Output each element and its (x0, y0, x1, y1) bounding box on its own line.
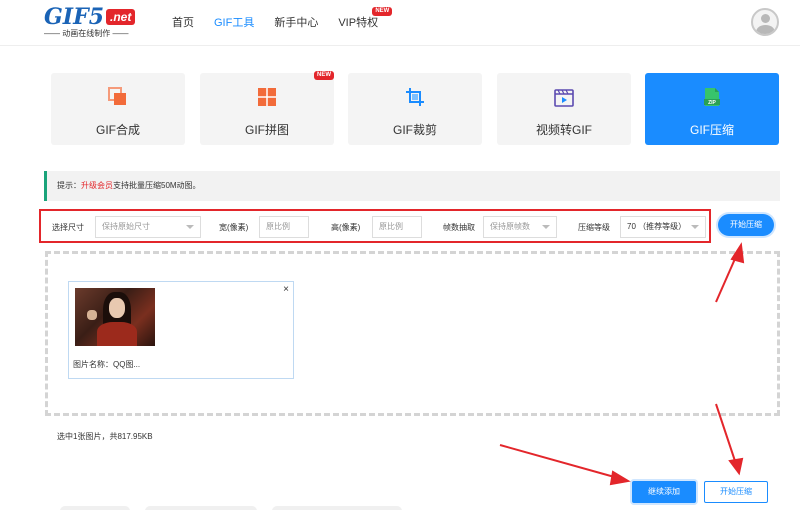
footer-pill (60, 506, 130, 510)
tip-suffix: 支持批量压缩50M动图。 (113, 181, 201, 190)
thumb-face-shape (109, 298, 125, 318)
nav-gif-tools[interactable]: GIF工具 (214, 14, 254, 30)
start-compress-bottom-button[interactable]: 开始压缩 (704, 481, 768, 503)
logo-subtitle: —— 动画在线制作 —— (44, 29, 129, 38)
footer-pill (145, 506, 257, 510)
avatar-head-shape (761, 14, 770, 23)
continue-add-button[interactable]: 继续添加 (632, 481, 696, 503)
thumb-dress-shape (97, 322, 137, 346)
upgrade-member-link[interactable]: 升级会员 (81, 181, 113, 190)
level-select[interactable]: 70 （推荐等级） (620, 216, 706, 238)
tool-label: GIF拼图 (245, 123, 289, 137)
new-badge: NEW (314, 71, 334, 80)
zip-icon: ZIP (704, 88, 720, 106)
tool-cards: GIF合成 GIF拼图 NEW GIF裁剪 视频转GIF ZIP GIF压缩 (51, 71, 779, 145)
user-avatar[interactable] (751, 8, 779, 36)
selection-summary: 选中1张图片，共817.95KB (57, 432, 153, 441)
annotation-arrow-right (499, 444, 619, 479)
size-label: 选择尺寸 (52, 223, 84, 232)
chevron-down-icon (542, 225, 550, 229)
logo-net-badge: .net (106, 9, 136, 25)
tool-label: GIF合成 (96, 123, 140, 137)
upload-drop-area[interactable]: × 图片名称：QQ图... (45, 251, 780, 416)
width-placeholder: 原比例 (266, 222, 290, 231)
frames-label: 帧数抽取 (443, 223, 475, 232)
site-logo[interactable]: GIF5 .net —— 动画在线制作 —— (44, 4, 144, 40)
tool-card-gif-compress[interactable]: ZIP GIF压缩 (645, 73, 779, 145)
tip-prefix: 提示： (57, 181, 81, 190)
file-card: × 图片名称：QQ图... (68, 281, 294, 379)
nav-beginner-center[interactable]: 新手中心 (274, 14, 318, 30)
tool-label: GIF压缩 (690, 123, 734, 137)
video-to-gif-icon (554, 89, 574, 107)
footer-pill (272, 506, 402, 510)
thumb-hand-shape (87, 310, 97, 320)
frames-select[interactable]: 保持原帧数 (483, 216, 557, 238)
tool-card-video-to-gif[interactable]: 视频转GIF (497, 73, 631, 145)
level-select-value: 70 （推荐等级） (627, 222, 687, 231)
new-badge: NEW (372, 7, 393, 16)
tool-card-gif-crop[interactable]: GIF裁剪 (348, 73, 482, 145)
tool-card-gif-collage[interactable]: GIF拼图 NEW (200, 71, 334, 145)
top-header: GIF5 .net —— 动画在线制作 —— 首页 GIF工具 新手中心 VIP… (0, 0, 800, 46)
width-input[interactable]: 原比例 (259, 216, 309, 238)
size-select-value: 保持原始尺寸 (102, 222, 150, 231)
gif-collage-icon (258, 88, 276, 106)
tip-bar: 提示：升级会员支持批量压缩50M动图。 (44, 171, 780, 201)
gif-merge-icon (108, 87, 126, 105)
nav-home[interactable]: 首页 (172, 14, 194, 30)
close-icon[interactable]: × (283, 284, 289, 295)
zip-icon-text: ZIP (708, 100, 716, 106)
nav-vip[interactable]: VIP特权 NEW (338, 7, 393, 30)
main-nav: 首页 GIF工具 新手中心 VIP特权 NEW (172, 7, 398, 30)
logo-main-text: GIF5 (44, 4, 105, 30)
height-input[interactable]: 原比例 (372, 216, 422, 238)
crop-icon (406, 88, 424, 106)
gif-thumbnail (75, 288, 155, 346)
file-name: 图片名称：QQ图... (73, 360, 141, 369)
tool-label: 视频转GIF (536, 123, 592, 137)
avatar-body-shape (756, 25, 775, 34)
chevron-down-icon (691, 225, 699, 229)
size-select[interactable]: 保持原始尺寸 (95, 216, 201, 238)
start-compress-button[interactable]: 开始压缩 (718, 214, 774, 236)
level-label: 压缩等级 (578, 223, 610, 232)
tool-card-gif-merge[interactable]: GIF合成 (51, 73, 185, 145)
annotation-arrowhead (609, 470, 631, 486)
height-label: 高(像素) (331, 223, 361, 232)
tool-label: GIF裁剪 (393, 123, 437, 137)
compress-options-bar: 选择尺寸 保持原始尺寸 宽(像素) 原比例 高(像素) 原比例 帧数抽取 保持原… (39, 209, 711, 243)
height-placeholder: 原比例 (379, 222, 403, 231)
nav-vip-label: VIP特权 (338, 17, 379, 29)
annotation-arrowhead (728, 457, 744, 476)
chevron-down-icon (186, 225, 194, 229)
frames-select-value: 保持原帧数 (490, 222, 530, 231)
width-label: 宽(像素) (219, 223, 249, 232)
